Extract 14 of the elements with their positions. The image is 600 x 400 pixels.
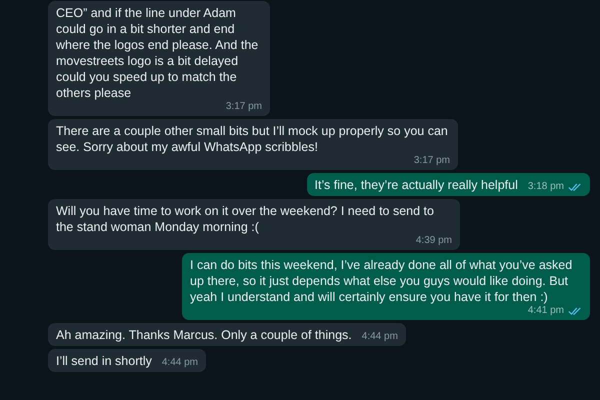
message-time: 3:17 pm <box>414 155 450 167</box>
message-text: There are a couple other small bits but I’ll mock up properly so you can see. Sorry about my awful WhatsApp scribbles! <box>56 123 449 155</box>
message-time: 3:18 pm <box>528 181 564 193</box>
message-text: Ah amazing. Thanks Marcus. Only a couple of things. <box>56 327 352 343</box>
message-time: 4:39 pm <box>416 235 452 247</box>
message-text: It’s fine, they’re actually really helpful <box>314 177 518 193</box>
message-text: Will you have time to work on it over the weekend? I need to send to the stand woman Monday morning :( <box>56 203 435 235</box>
message-time: 3:17 pm <box>226 101 262 113</box>
message-text: CEO” and if the line under Adam could go in a bit shorter and end where the logos end please. And the movestreets logo is a bit delayed could you speed up to match the others please <box>56 5 260 101</box>
message-time: 4:41 pm <box>528 305 564 317</box>
message-text: I’ll send in shortly <box>56 353 152 369</box>
message-text: I can do bits this weekend, I’ve already done all of what you’ve asked up there, so it just depends what else you guys would like doing. But yeah I understand and will certainly ensure you have it for then :) <box>190 257 574 305</box>
message-time: 4:44 pm <box>362 331 398 343</box>
message-time: 4:44 pm <box>162 357 198 369</box>
